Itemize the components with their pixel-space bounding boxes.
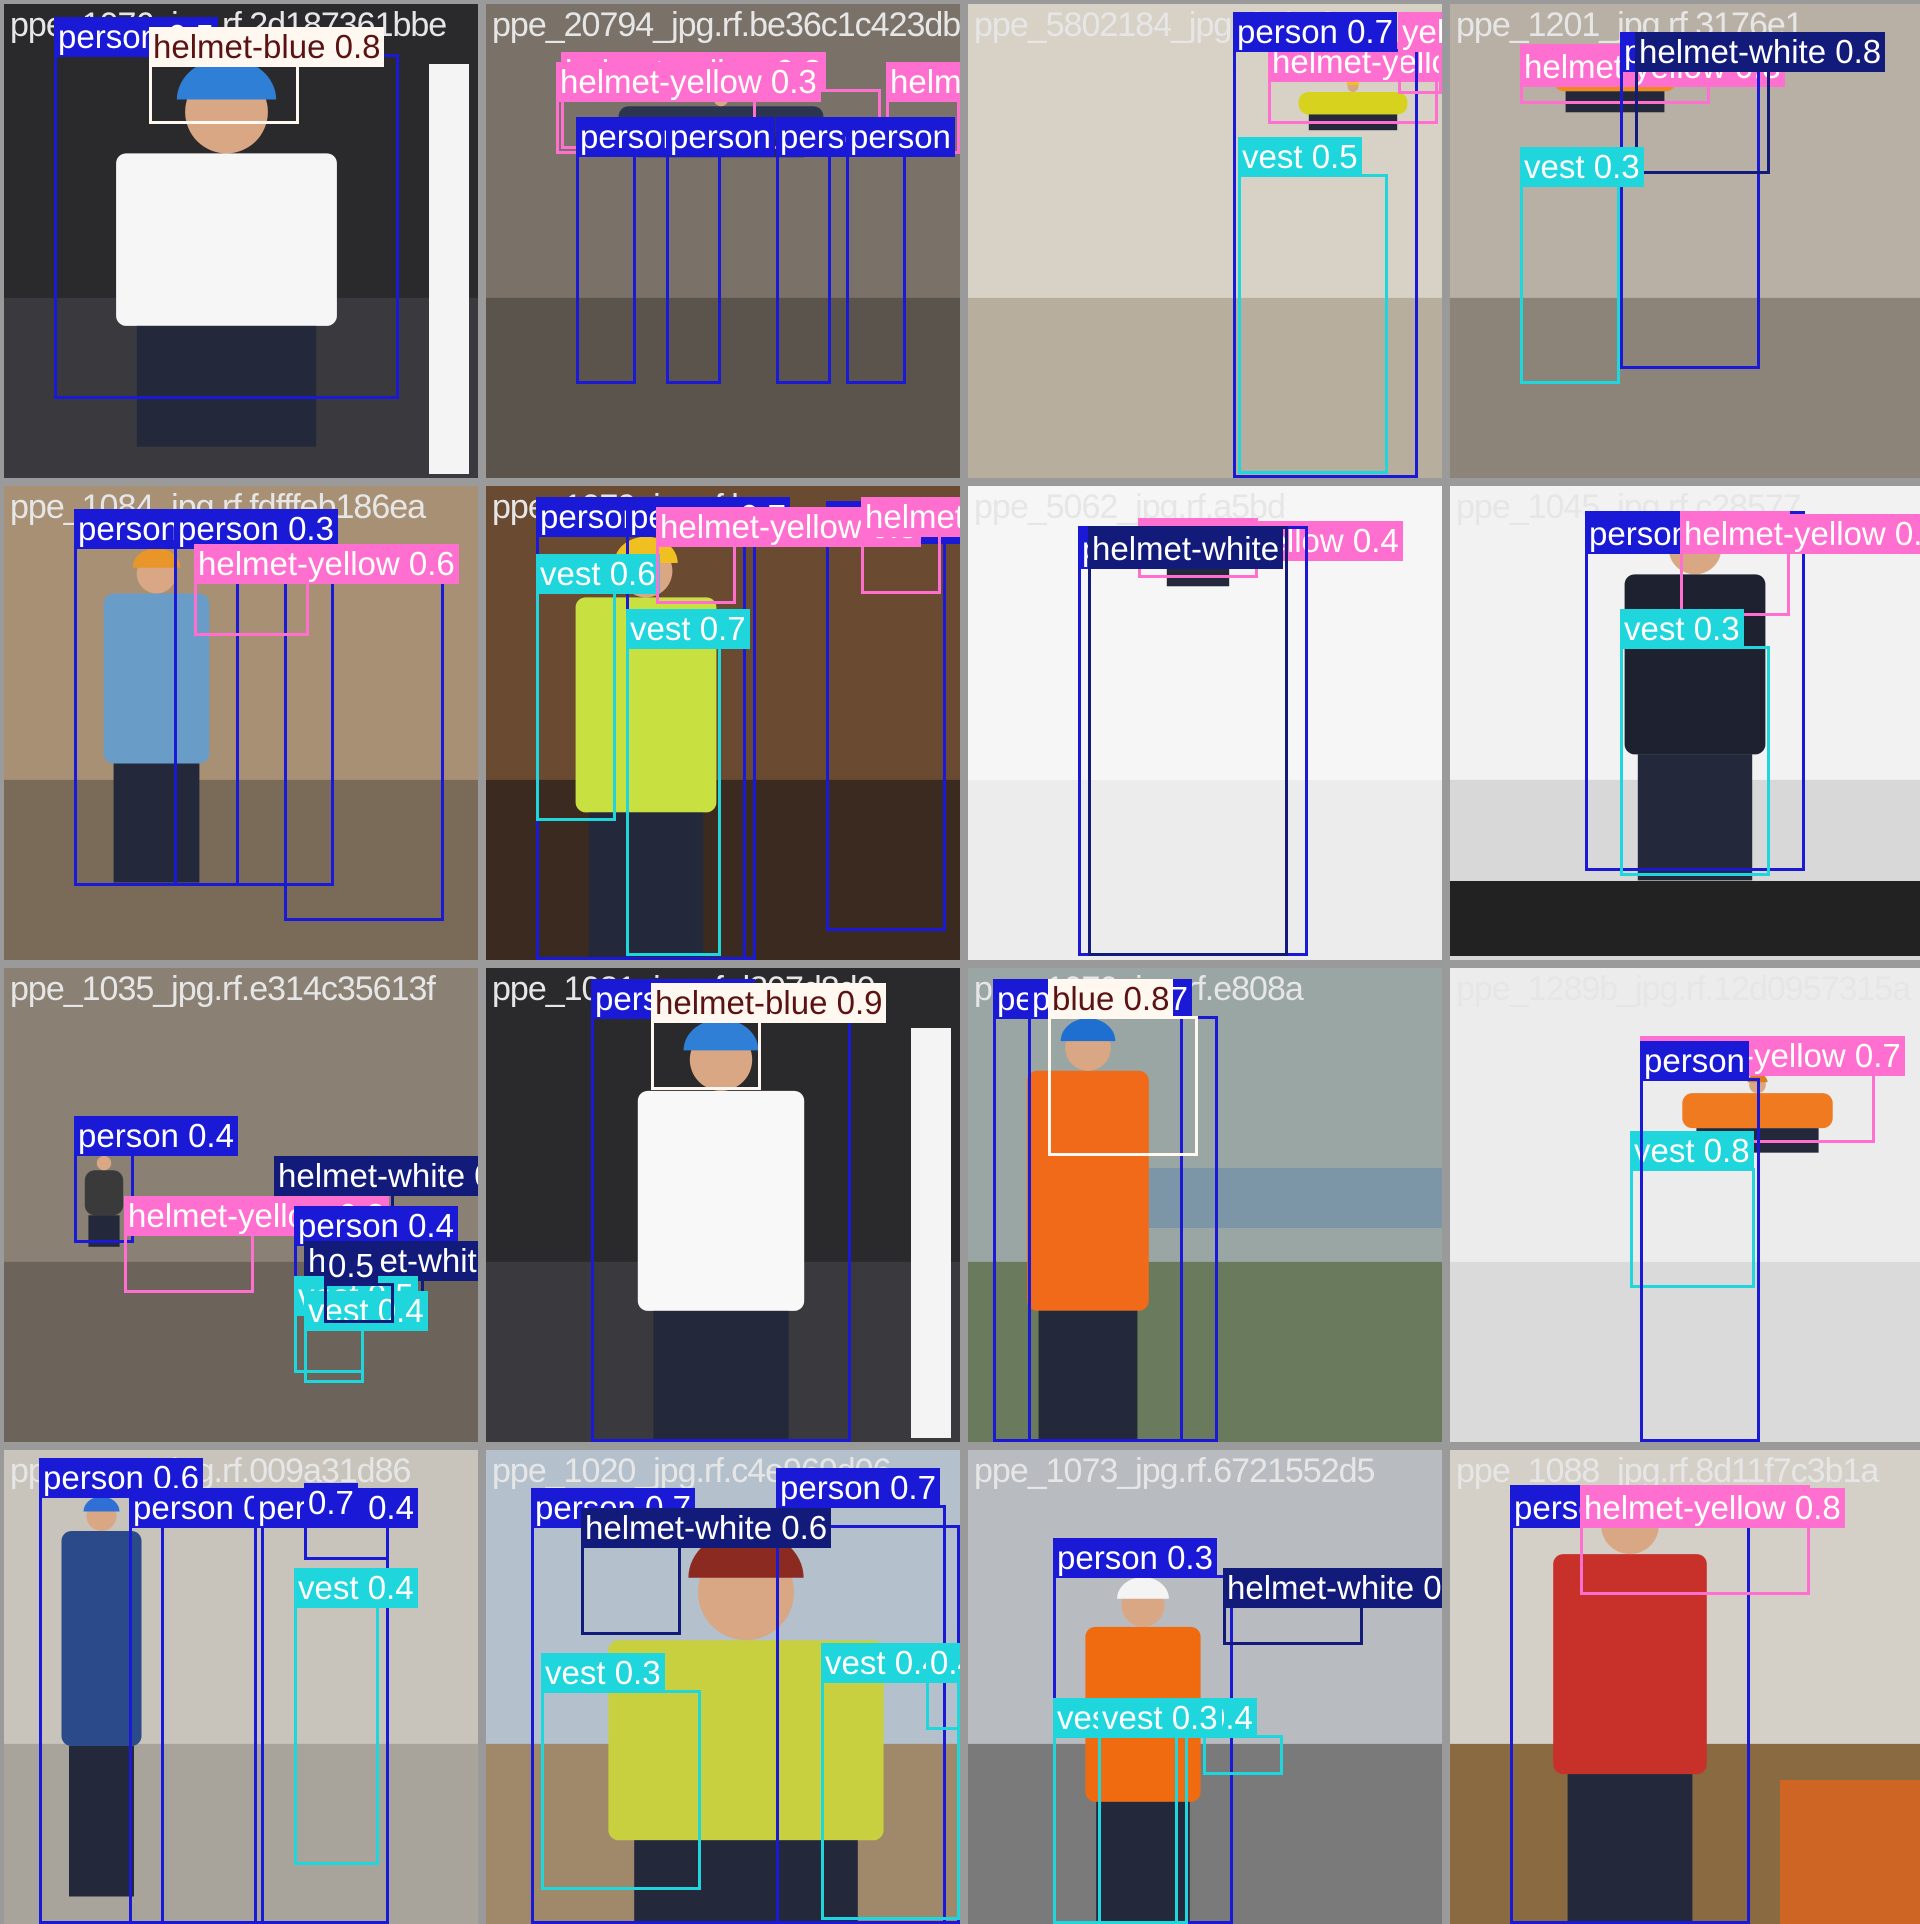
detection-box: helmet-yellow 0.3 bbox=[124, 1196, 389, 1293]
image-tile: ppe_5802184_jpg.rf.3b5fhelmet-yellow 0.5… bbox=[968, 4, 1442, 478]
detection-label: person 0.7 bbox=[1233, 12, 1397, 52]
detection-box: vest 0.4 bbox=[304, 1291, 428, 1383]
detection-label: vest 0.7 bbox=[626, 609, 750, 649]
image-tile: ppe_1076_jpg.rf.2d187361bbe person 0.5 hel… bbox=[4, 4, 478, 478]
detection-box: 0.7 bbox=[304, 1483, 389, 1560]
detection-box: vest 0.3 bbox=[1620, 609, 1770, 876]
image-tile: ppe_1201_jpg.rf.3176e1helmet-yellow 0.3p… bbox=[1450, 4, 1920, 478]
detection-label: helmet-yellow 0.9 bbox=[861, 497, 960, 537]
detection-label: helmet-white 0.8 bbox=[1635, 32, 1886, 72]
detection-box: person bbox=[776, 117, 885, 384]
detection-box: helmet-white bbox=[1088, 526, 1288, 956]
detection-box: yellow bbox=[1398, 12, 1442, 94]
detection-label: person bbox=[666, 117, 775, 157]
detection-label: helmet-white bbox=[1088, 529, 1284, 569]
detection-box: 0.4 bbox=[1203, 1698, 1283, 1775]
detection-box: vest 0.3 bbox=[1098, 1698, 1222, 1924]
tile-filename: ppe_1035_jpg.rf.e314c35613f bbox=[10, 970, 436, 1008]
detection-mosaic: ppe_1076_jpg.rf.2d187361bbe person 0.5 hel… bbox=[0, 0, 1920, 1924]
detection-label: person bbox=[1640, 1041, 1749, 1081]
detection-label: helmet-yellow 0.3 bbox=[556, 62, 821, 102]
detection-label: person bbox=[846, 117, 955, 157]
detection-label: helmet-yellow 0.8 bbox=[1680, 514, 1920, 554]
detection-box: helmet-yellow 0.6 bbox=[194, 544, 459, 636]
detection-box: vest 0.3 bbox=[1520, 147, 1644, 384]
image-tile: ppe_1081_jpg.rf.d807d8d0person 0.6helmet… bbox=[486, 968, 960, 1442]
detection-box: helmet-white 0.6 bbox=[581, 1508, 832, 1635]
detection-label: vest 0.3 bbox=[541, 1653, 665, 1693]
detection-label: person 0.7 bbox=[776, 1468, 940, 1508]
detection-box: helmet-white 0.4 bbox=[1223, 1568, 1442, 1645]
detection-box: vest 0.3 bbox=[541, 1653, 701, 1890]
detection-label: 0.5 bbox=[324, 1246, 378, 1286]
detection-box: person bbox=[576, 117, 685, 384]
detection-label: 0.4 bbox=[926, 1643, 960, 1683]
detection-box: vest 0.6 bbox=[536, 554, 660, 821]
detection-label: vest 0.4 bbox=[294, 1568, 418, 1608]
detection-box: vest 0.5 bbox=[1238, 137, 1388, 474]
detection-box: helmet-blue 0.8 bbox=[149, 27, 385, 124]
detection-box: helmet-yellow 0.8 bbox=[1580, 1485, 1845, 1595]
detection-box: person 0.4 bbox=[129, 1488, 293, 1924]
detection-box: vest 0.4 bbox=[294, 1568, 418, 1865]
detection-box: person bbox=[846, 117, 955, 384]
image-tile: ppe_1035_jpg.rf.e314c35613f person 0.4 hel… bbox=[4, 968, 478, 1442]
image-tile: ppe_5062_jpg.rf.a5bdhelmet-yellow 0.4per… bbox=[968, 486, 1442, 960]
detection-box: helmet-yellow 0.8 bbox=[656, 507, 921, 604]
image-tile: ppe_1073_jpg.rf.6721552d5person 0.3 helme… bbox=[968, 1450, 1442, 1924]
image-tile: ppe_20794_jpg.rf.be36c1c423dbfe helmet-ye… bbox=[486, 4, 960, 478]
tile-filename: ppe_20794_jpg.rf.be36c1c423dbfe bbox=[492, 6, 960, 44]
detection-box: vest 0.7 bbox=[626, 609, 750, 956]
detection-label: vest 0.6 bbox=[536, 554, 660, 594]
detection-label: vest 0.3 bbox=[1520, 147, 1644, 187]
detection-label: vest 0.5 bbox=[1238, 137, 1362, 177]
detection-box: helmet-yellow 0.9 bbox=[861, 497, 960, 594]
image-tile: ppe_1289b_jpg.rf.12d0957315a helmet-yello… bbox=[1450, 968, 1920, 1442]
detection-label: person 0.4 bbox=[294, 1206, 458, 1246]
detection-label: person 0.3 bbox=[174, 509, 338, 549]
detection-box: 0.4 bbox=[926, 1643, 960, 1730]
detection-label: vest 0.3 bbox=[1098, 1698, 1222, 1738]
image-tile: ppe_1079_jpg.rf.beperson 0.6person 0.7pe… bbox=[486, 486, 960, 960]
detection-box: person bbox=[666, 117, 775, 384]
detection-label: helmet-white 0.4 bbox=[274, 1156, 478, 1196]
image-tile: ppe_1088_jpg.rf.8d11f7c3b1aperson 0.8hel… bbox=[1450, 1450, 1920, 1924]
tile-filename: ppe_1073_jpg.rf.6721552d5 bbox=[974, 1452, 1375, 1490]
detection-label: vest 0.3 bbox=[1620, 609, 1744, 649]
detection-box: 0.5 bbox=[324, 1246, 394, 1323]
image-tile: ppe_1045_jpg.rf.c28577 person 0.3 helmet-y… bbox=[1450, 486, 1920, 960]
detection-label: helmet-yellow 0.6 bbox=[194, 544, 459, 584]
image-tile: ppe_1020_jpg.rf.c4e969d06person 0.7perso… bbox=[486, 1450, 960, 1924]
detection-box: person bbox=[1640, 1041, 1760, 1442]
detection-label: helmet-white 0.6 bbox=[581, 1508, 832, 1548]
detection-label: person 0.4 bbox=[74, 1116, 238, 1156]
detection-box: helmet-white 0.8 bbox=[1635, 32, 1886, 174]
image-tile: ppe_1084_jpg.rf.fdfffeb186ea person 0.3 pe… bbox=[4, 486, 478, 960]
image-tile: ppe_1013_jpg.rf.009a31d86 person 0.6 perso… bbox=[4, 1450, 478, 1924]
detection-box: blue 0.8 bbox=[1048, 979, 1198, 1156]
detection-label: blue 0.8 bbox=[1048, 979, 1174, 1019]
detection-label: helmet-white 0.4 bbox=[1223, 1568, 1442, 1608]
detection-label: 0.7 bbox=[304, 1483, 358, 1523]
tile-filename: ppe_1289b_jpg.rf.12d0957315a bbox=[1456, 970, 1911, 1008]
detection-box: helmet-blue 0.9 bbox=[651, 983, 887, 1090]
detection-label: yellow bbox=[1398, 12, 1442, 52]
detection-label: helmet-yellow 0.4 bbox=[886, 62, 960, 102]
detection-label: person 0.3 bbox=[1053, 1538, 1217, 1578]
detection-box: helmet-yellow 0.8 bbox=[1680, 511, 1920, 616]
detection-label: helmet-blue 0.9 bbox=[651, 983, 887, 1023]
image-tile: ppe_1070_jpg.rf.e808aperson 0.3person 0.… bbox=[968, 968, 1442, 1442]
detection-label: helmet-yellow 0.8 bbox=[1580, 1488, 1845, 1528]
detection-label: helmet-blue 0.8 bbox=[149, 27, 385, 67]
